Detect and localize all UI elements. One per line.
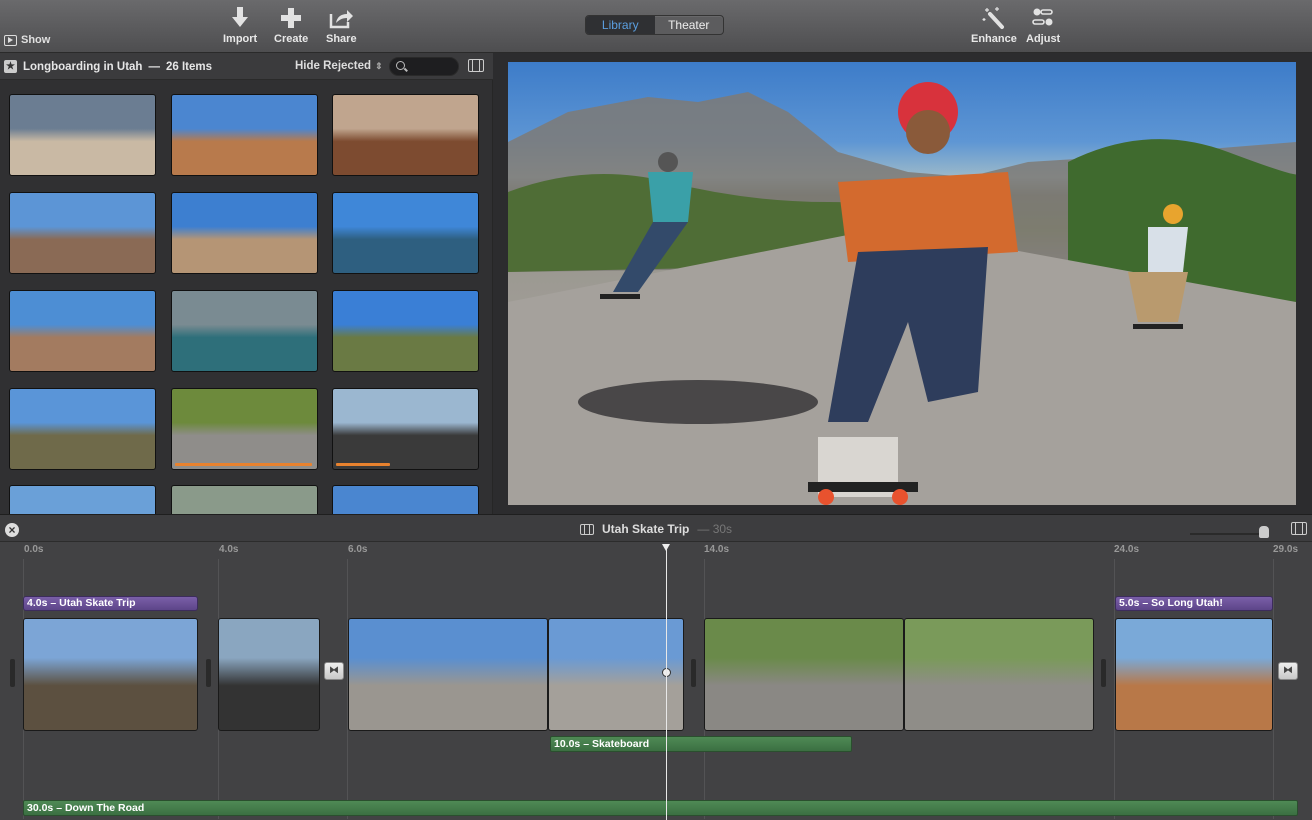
timeline-zoom-slider[interactable] xyxy=(1190,526,1270,538)
item-count: 26 Items xyxy=(165,60,212,73)
duration-separator: — xyxy=(697,522,710,536)
clip-edge-handle[interactable] xyxy=(10,659,15,687)
enhance-button[interactable]: Enhance xyxy=(971,6,1017,45)
share-button[interactable]: Share xyxy=(326,6,357,45)
clip-thumbnail[interactable] xyxy=(9,290,156,372)
clip-thumbnail[interactable] xyxy=(9,485,156,514)
ruler-label: 14.0s xyxy=(704,544,730,555)
project-title: Utah Skate Trip — 30s xyxy=(580,522,732,536)
timeline-clip[interactable] xyxy=(704,618,904,731)
import-label: Import xyxy=(223,33,258,45)
clip-thumbnail[interactable] xyxy=(171,485,318,514)
create-label: Create xyxy=(274,33,309,45)
close-project-button[interactable]: × xyxy=(5,523,19,537)
audio-clip-down-the-road[interactable]: 30.0s – Down The Road xyxy=(23,800,1298,816)
clip-thumbnail[interactable] xyxy=(332,485,479,514)
view-switcher: Library Theater xyxy=(585,15,724,35)
project-duration: 30s xyxy=(712,522,733,536)
zoom-track xyxy=(1190,533,1265,535)
clip-thumbnail[interactable] xyxy=(171,290,318,372)
clip-browser xyxy=(0,80,493,514)
clip-thumbnail[interactable] xyxy=(9,192,156,274)
playhead-knob[interactable] xyxy=(662,544,670,551)
share-label: Share xyxy=(326,33,357,45)
clip-thumbnail[interactable] xyxy=(171,388,318,470)
ruler-label: 24.0s xyxy=(1114,544,1140,555)
clip-thumbnail[interactable] xyxy=(9,94,156,176)
play-icon xyxy=(4,34,17,46)
audio-clip-skateboard[interactable]: 10.0s – Skateboard xyxy=(550,736,852,752)
search-icon xyxy=(396,61,405,70)
clip-edge-handle[interactable] xyxy=(691,659,696,687)
ruler-label: 29.0s xyxy=(1273,544,1299,555)
timeline-clip[interactable] xyxy=(348,618,548,731)
ruler-label: 4.0s xyxy=(219,544,239,555)
ruler-tick xyxy=(1273,559,1274,819)
sliders-icon xyxy=(1032,8,1053,26)
show-label: Show xyxy=(21,34,51,46)
updown-chevron-icon: ⇕ xyxy=(375,61,383,71)
clip-thumbnail[interactable] xyxy=(9,388,156,470)
clip-thumbnail[interactable] xyxy=(332,290,479,372)
clip-appearance-icon[interactable] xyxy=(1291,522,1307,535)
timeline-clip[interactable] xyxy=(904,618,1094,731)
enhance-label: Enhance xyxy=(971,33,1017,45)
clip-thumbnail[interactable] xyxy=(332,388,479,470)
toolbar: Show Import Create Share Library Theater… xyxy=(0,0,1312,53)
project-name: Utah Skate Trip xyxy=(602,522,690,536)
title-clip-so-long-utah[interactable]: 5.0s – So Long Utah! xyxy=(1115,596,1273,611)
used-range-bar xyxy=(336,463,390,466)
show-button[interactable]: Show xyxy=(4,34,50,46)
create-button[interactable]: Create xyxy=(274,6,308,45)
clip-thumbnail[interactable] xyxy=(171,192,318,274)
library-header: ★ Longboarding in Utah — 26 Items Hide R… xyxy=(0,53,493,80)
tab-theater[interactable]: Theater xyxy=(655,16,724,34)
timeline-clip[interactable] xyxy=(218,618,320,731)
star-icon[interactable]: ★ xyxy=(4,60,17,73)
timeline-header: × Utah Skate Trip — 30s xyxy=(0,514,1312,542)
clip-thumbnail[interactable] xyxy=(332,94,479,176)
transition-button[interactable]: ⧓ xyxy=(324,662,344,680)
transition-button[interactable]: ⧓ xyxy=(1278,662,1298,680)
filter-label: Hide Rejected xyxy=(295,60,372,72)
ruler-label: 0.0s xyxy=(24,544,44,555)
timeline-clip[interactable] xyxy=(23,618,198,731)
clip-edge-handle[interactable] xyxy=(206,659,211,687)
playhead[interactable] xyxy=(662,544,670,820)
preview-image xyxy=(508,82,1296,505)
ruler-label: 6.0s xyxy=(348,544,368,555)
import-button[interactable]: Import xyxy=(223,6,257,45)
clip-appearance-icon[interactable] xyxy=(468,59,484,72)
adjust-button[interactable]: Adjust xyxy=(1026,6,1060,45)
clip-edge-handle[interactable] xyxy=(1101,659,1106,687)
zoom-knob[interactable] xyxy=(1259,526,1269,538)
timeline: 0.0s 4.0s 6.0s 14.0s 24.0s 29.0s 4.0s – … xyxy=(0,542,1312,820)
event-title: ★ Longboarding in Utah — 26 Items xyxy=(4,60,212,73)
adjust-label: Adjust xyxy=(1026,33,1061,45)
event-name: Longboarding in Utah xyxy=(23,60,143,73)
title-clip-utah-skate-trip[interactable]: 4.0s – Utah Skate Trip xyxy=(23,596,198,611)
search-field[interactable] xyxy=(389,57,459,76)
plus-icon xyxy=(281,8,302,28)
magic-wand-icon xyxy=(982,7,1004,29)
tab-library[interactable]: Library xyxy=(586,16,655,34)
film-icon xyxy=(580,523,594,535)
timeline-clip[interactable] xyxy=(1115,618,1273,731)
clip-thumbnail[interactable] xyxy=(171,94,318,176)
viewer xyxy=(493,53,1312,514)
event-separator: — xyxy=(148,60,160,73)
viewer-frame[interactable] xyxy=(508,62,1296,505)
filter-popup[interactable]: Hide Rejected ⇕ xyxy=(295,60,383,72)
used-range-bar xyxy=(175,463,312,466)
share-icon xyxy=(330,10,354,29)
search-input[interactable] xyxy=(410,59,456,74)
clip-thumbnail[interactable] xyxy=(332,192,479,274)
import-icon xyxy=(232,7,249,27)
